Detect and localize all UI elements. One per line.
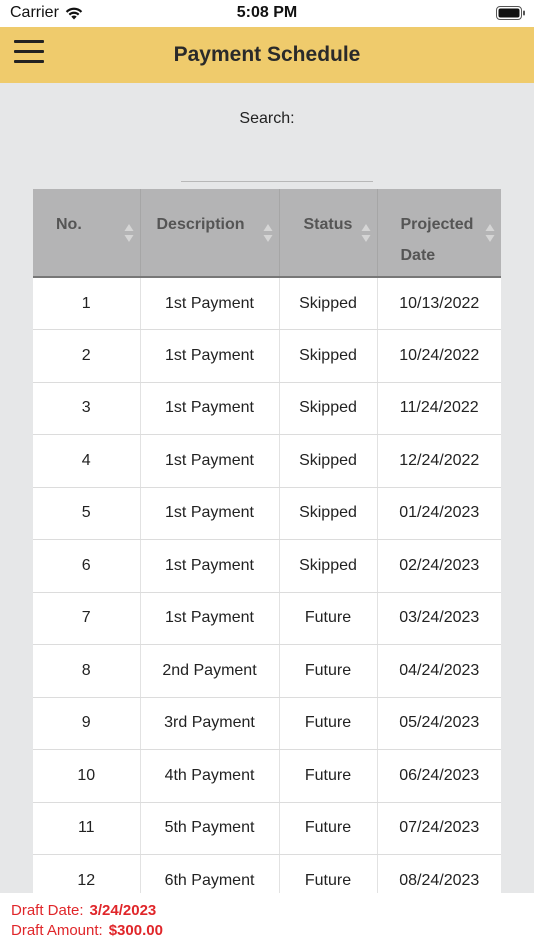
cell-status: Future xyxy=(279,697,378,750)
cell-projected-date: 03/24/2023 xyxy=(377,592,501,645)
cell-projected-date: 01/24/2023 xyxy=(377,487,501,540)
cell-description: 1st Payment xyxy=(140,329,280,383)
cell-description: 1st Payment xyxy=(140,382,280,435)
cell-projected-date: 07/24/2023 xyxy=(377,802,501,855)
cell-projected-date: 08/24/2023 xyxy=(377,854,501,893)
column-header-label: No. xyxy=(56,216,82,233)
cell-number: 12 xyxy=(33,854,141,893)
cell-number: 8 xyxy=(33,644,141,698)
cell-projected-date: 10/24/2022 xyxy=(377,329,501,383)
cell-number: 7 xyxy=(33,592,141,645)
cell-projected-date: 05/24/2023 xyxy=(377,697,501,750)
column-header-label: Status xyxy=(303,216,353,233)
cell-number: 10 xyxy=(33,749,141,803)
column-header-no[interactable]: No. xyxy=(33,189,141,278)
table-header-row: No. Description Status Projected Date xyxy=(33,189,501,278)
column-header-description[interactable]: Description xyxy=(140,189,280,278)
cell-projected-date: 02/24/2023 xyxy=(377,539,501,593)
cell-description: 5th Payment xyxy=(140,802,280,855)
sort-icon xyxy=(124,224,133,242)
table-row[interactable]: 4 1st Payment Skipped 12/24/2022 xyxy=(33,434,501,488)
cell-status: Skipped xyxy=(279,277,378,330)
column-header-projected-date[interactable]: Projected Date xyxy=(377,189,501,278)
table-row[interactable]: 6 1st Payment Skipped 02/24/2023 xyxy=(33,539,501,593)
page-title: Payment Schedule xyxy=(173,43,361,66)
cell-number: 3 xyxy=(33,382,141,435)
draft-date-label: Draft Date: xyxy=(11,902,84,919)
cell-number: 2 xyxy=(33,329,141,383)
cell-projected-date: 10/13/2022 xyxy=(377,277,501,330)
cell-status: Future xyxy=(279,854,378,893)
cell-status: Future xyxy=(279,644,378,698)
cell-number: 1 xyxy=(33,277,141,330)
draft-summary-footer: Draft Date: 3/24/2023 Draft Amount: $300.0… xyxy=(0,893,534,950)
table-row[interactable]: 1 1st Payment Skipped 10/13/2022 xyxy=(33,277,501,330)
clock: 5:08 PM xyxy=(236,4,298,21)
cell-number: 5 xyxy=(33,487,141,540)
cell-description: 1st Payment xyxy=(140,434,280,488)
cell-description: 6th Payment xyxy=(140,854,280,893)
cell-description: 2nd Payment xyxy=(140,644,280,698)
column-header-label: Projected Date xyxy=(400,216,474,264)
cell-status: Skipped xyxy=(279,434,378,488)
table-row[interactable]: 11 5th Payment Future 07/24/2023 xyxy=(33,802,501,855)
cell-description: 1st Payment xyxy=(140,592,280,645)
search-label: Search: xyxy=(239,110,295,127)
sort-icon xyxy=(485,224,495,242)
sort-icon xyxy=(263,224,272,242)
cell-status: Future xyxy=(279,592,378,645)
table-row[interactable]: 8 2nd Payment Future 04/24/2023 xyxy=(33,644,501,698)
table-row[interactable]: 9 3rd Payment Future 05/24/2023 xyxy=(33,697,501,750)
cell-status: Future xyxy=(279,802,378,855)
payment-schedule-table: No. Description Status Projected Date 11… xyxy=(33,189,501,893)
sort-icon xyxy=(361,224,370,242)
cell-status: Skipped xyxy=(279,487,378,540)
cell-description: 4th Payment xyxy=(140,749,280,803)
table-row[interactable]: 10 4th Payment Future 06/24/2023 xyxy=(33,749,501,803)
cell-number: 4 xyxy=(33,434,141,488)
column-header-status[interactable]: Status xyxy=(279,189,378,278)
table-row[interactable]: 5 1st Payment Skipped 01/24/2023 xyxy=(33,487,501,540)
table-row[interactable]: 12 6th Payment Future 08/24/2023 xyxy=(33,854,501,893)
draft-date-line: Draft Date: 3/24/2023 xyxy=(11,902,156,919)
draft-amount-label: Draft Amount: xyxy=(11,922,103,939)
draft-amount-value: $300.00 xyxy=(108,922,163,939)
battery-icon xyxy=(496,6,525,20)
cell-status: Future xyxy=(279,749,378,803)
cell-projected-date: 11/24/2022 xyxy=(377,382,501,435)
cell-status: Skipped xyxy=(279,329,378,383)
cell-description: 1st Payment xyxy=(140,487,280,540)
navigation-bar: Payment Schedule xyxy=(0,27,534,83)
cell-projected-date: 12/24/2022 xyxy=(377,434,501,488)
cell-status: Skipped xyxy=(279,539,378,593)
cell-projected-date: 04/24/2023 xyxy=(377,644,501,698)
cell-number: 11 xyxy=(33,802,141,855)
column-header-label: Description xyxy=(156,216,245,233)
draft-amount-line: Draft Amount: $300.00 xyxy=(11,922,163,939)
cell-number: 9 xyxy=(33,697,141,750)
table-row[interactable]: 2 1st Payment Skipped 10/24/2022 xyxy=(33,329,501,383)
cell-projected-date: 06/24/2023 xyxy=(377,749,501,803)
status-bar: Carrier 5:08 PM xyxy=(0,0,534,27)
table-body: 1 1st Payment Skipped 10/13/2022 2 1st Paymen… xyxy=(33,277,501,893)
cell-description: 1st Payment xyxy=(140,277,280,330)
table-row[interactable]: 3 1st Payment Skipped 11/24/2022 xyxy=(33,382,501,435)
cell-description: 1st Payment xyxy=(140,539,280,593)
cell-status: Skipped xyxy=(279,382,378,435)
search-input[interactable] xyxy=(181,150,373,182)
table-row[interactable]: 7 1st Payment Future 03/24/2023 xyxy=(33,592,501,645)
cell-number: 6 xyxy=(33,539,141,593)
draft-date-value: 3/24/2023 xyxy=(89,902,157,919)
cell-description: 3rd Payment xyxy=(140,697,280,750)
